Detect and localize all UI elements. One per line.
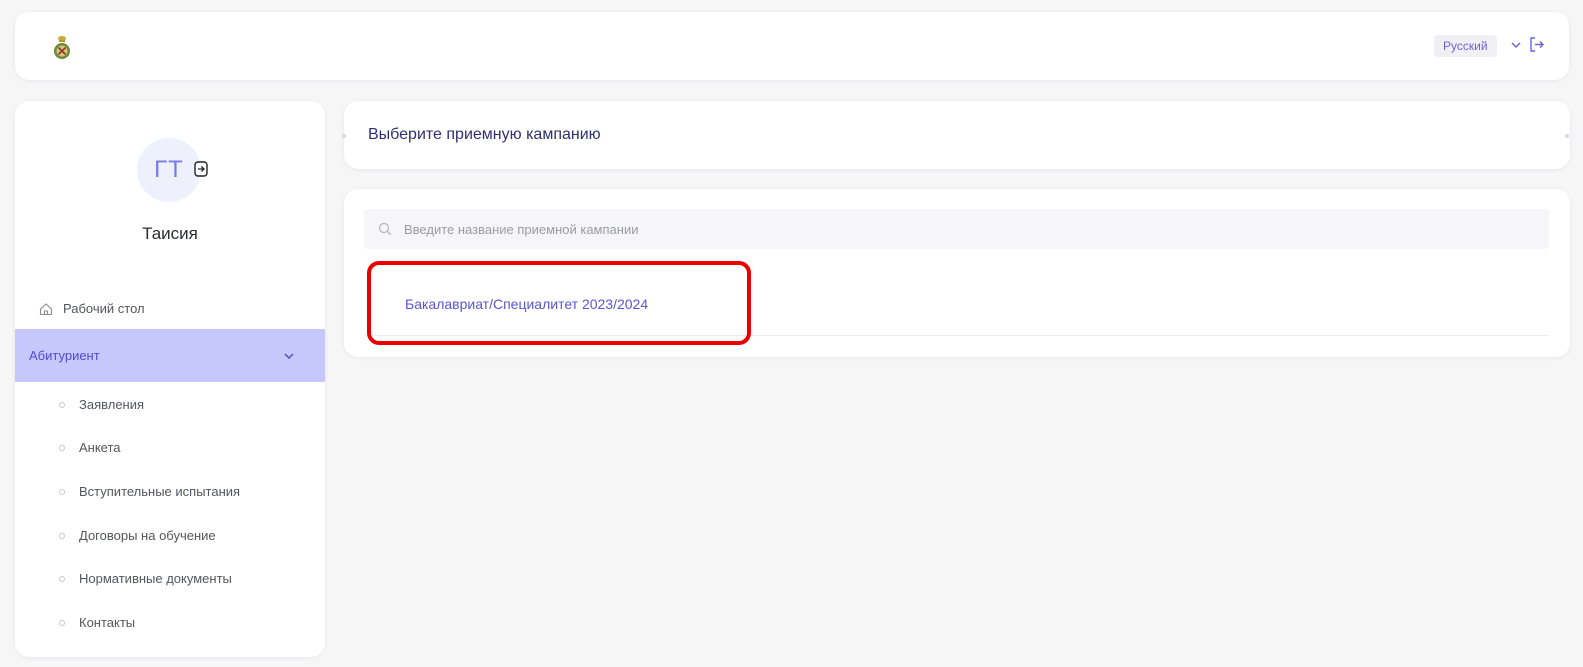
top-header: Русский xyxy=(15,12,1569,80)
sidebar-item-applicant[interactable]: Абитуриент xyxy=(15,329,325,382)
chevron-down-icon xyxy=(284,353,294,360)
sidebar-subitem-label: Вступительные испытания xyxy=(79,484,241,499)
sidebar-subitem-label: Нормативные документы xyxy=(79,571,232,586)
sidebar-item-label: Абитуриент xyxy=(29,348,100,363)
sidebar-subitem-contracts[interactable]: Договоры на обучение xyxy=(15,521,325,551)
logout-icon[interactable] xyxy=(1528,36,1545,53)
sidebar-subitem-regulations[interactable]: Нормативные документы xyxy=(15,564,325,594)
home-icon xyxy=(39,303,53,316)
sidebar: ГТ Таисия Рабочий стол Абитуриент Заявле… xyxy=(15,101,325,657)
sidebar-subitem-label: Договоры на обучение xyxy=(79,528,216,543)
campaign-link[interactable]: Бакалавриат/Специалитет 2023/2024 xyxy=(405,296,648,312)
page-title-card: Выберите приемную кампанию xyxy=(342,101,1570,169)
sidebar-subitem-profile[interactable]: Анкета xyxy=(15,433,325,463)
bullet-icon xyxy=(59,489,65,495)
page-title: Выберите приемную кампанию xyxy=(368,126,601,143)
campaign-list-card: Бакалавриат/Специалитет 2023/2024 xyxy=(344,189,1570,357)
sidebar-subitem-label: Контакты xyxy=(79,615,136,630)
sidebar-item-home[interactable]: Рабочий стол xyxy=(15,294,325,324)
bullet-icon xyxy=(59,576,65,582)
sidebar-subitem-applications[interactable]: Заявления xyxy=(15,390,325,420)
avatar-upload-icon[interactable] xyxy=(194,161,208,177)
search-box xyxy=(364,209,1549,249)
university-emblem-icon[interactable] xyxy=(52,35,72,61)
bullet-icon xyxy=(59,533,65,539)
user-name: Таисия xyxy=(142,224,198,243)
language-select[interactable]: Русский xyxy=(1434,35,1497,57)
sidebar-item-label: Рабочий стол xyxy=(63,301,145,316)
bullet-icon xyxy=(59,402,65,408)
sidebar-subitem-label: Анкета xyxy=(79,440,121,455)
search-icon xyxy=(378,222,392,236)
decorative-dot xyxy=(342,134,346,138)
sidebar-subitem-contacts[interactable]: Контакты xyxy=(15,608,325,638)
decorative-dot xyxy=(1565,134,1569,138)
avatar[interactable]: ГТ xyxy=(137,138,201,202)
sidebar-subitem-entrance-exams[interactable]: Вступительные испытания xyxy=(15,477,325,507)
search-input[interactable] xyxy=(404,209,1534,249)
chevron-down-icon[interactable] xyxy=(1510,39,1522,51)
bullet-icon xyxy=(59,620,65,626)
bullet-icon xyxy=(59,445,65,451)
sidebar-subitem-label: Заявления xyxy=(79,397,145,412)
divider xyxy=(364,335,1549,336)
